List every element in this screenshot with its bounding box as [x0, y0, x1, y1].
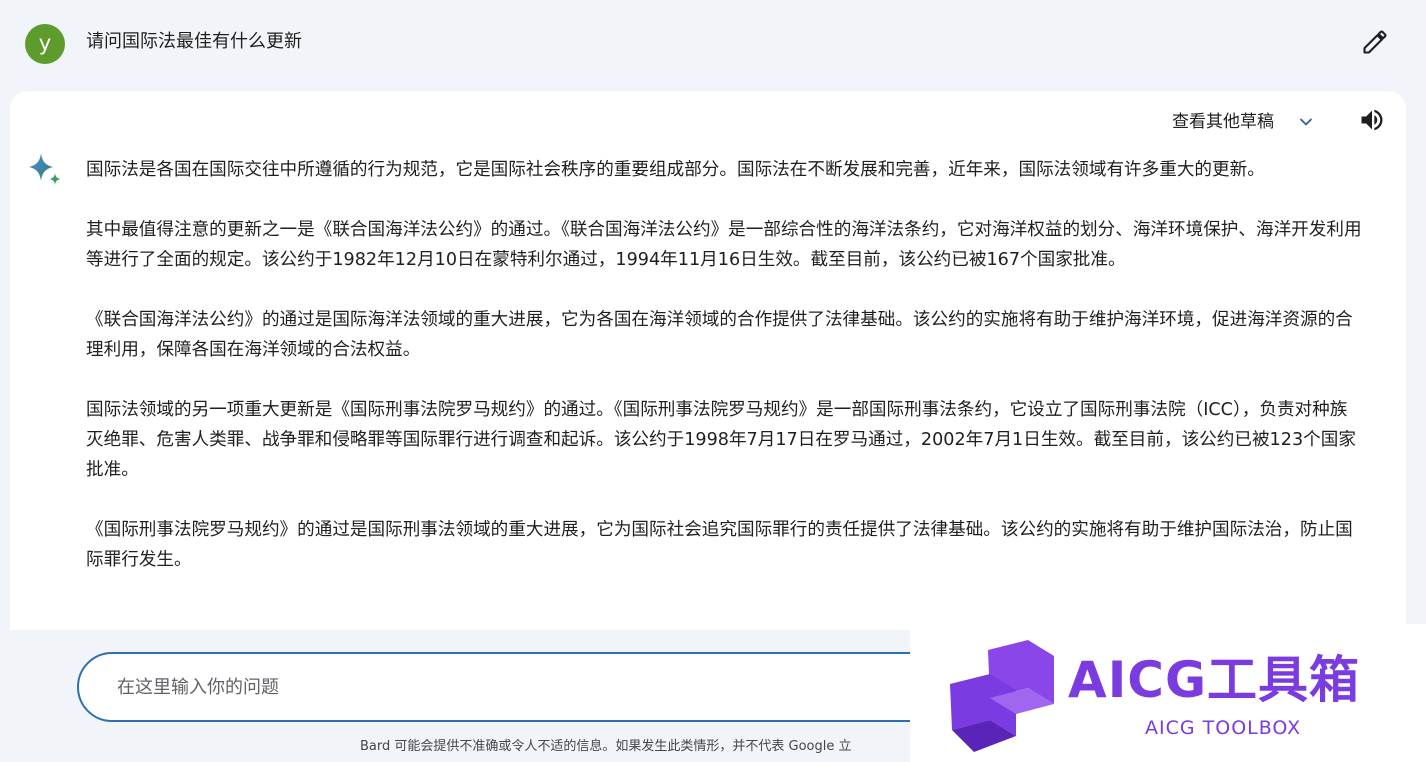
response-paragraph: 《国际刑事法院罗马规约》的通过是国际刑事法领域的重大进展，它为国际社会追究国际罪… [86, 520, 1353, 570]
view-drafts-button[interactable]: 查看其他草稿 [1172, 110, 1316, 134]
view-drafts-label: 查看其他草稿 [1172, 112, 1274, 132]
response-paragraph: 其中最值得注意的更新之一是《联合国海洋法公约》的通过。《联合国海洋法公约》是一部… [86, 220, 1362, 270]
disclaimer-text: Bard 可能会提供不准确或令人不适的信息。如果发生此类情形，并不代表 Goog… [360, 739, 852, 754]
response-card: 查看其他草稿 国际法是各国在国际交往中所遵循的行为规范，它是国际社会秩序的重要组… [10, 91, 1406, 651]
user-query-text: 请问国际法最佳有什么更新 [86, 31, 302, 52]
user-query-row: y 请问国际法最佳有什么更新 [0, 0, 1426, 86]
response-paragraph: 《联合国海洋法公约》的通过是国际海洋法领域的重大进展，它为各国在海洋领域的合作提… [86, 310, 1353, 360]
response-body: 国际法是各国在国际交往中所遵循的行为规范，它是国际社会秩序的重要组成部分。国际法… [86, 155, 1364, 605]
watermark-subtitle: AICG TOOLBOX [1145, 717, 1302, 739]
response-paragraph: 国际法领域的另一项重大更新是《国际刑事法院罗马规约》的通过。《国际刑事法院罗马规… [86, 400, 1356, 480]
watermark-title: AICG工具箱 [1068, 651, 1361, 709]
pencil-icon[interactable] [1361, 28, 1389, 56]
chevron-down-icon [1300, 118, 1312, 126]
response-paragraph: 国际法是各国在国际交往中所遵循的行为规范，它是国际社会秩序的重要组成部分。国际法… [86, 160, 1265, 180]
watermark-overlay: AICG工具箱 AICG TOOLBOX [910, 624, 1426, 762]
bard-chat-page: y 请问国际法最佳有什么更新 查看其他草稿 国际法是各国在国际交往中所遵循的行为… [0, 0, 1426, 762]
speaker-icon[interactable] [1358, 106, 1386, 134]
user-avatar[interactable]: y [25, 24, 65, 64]
aicg-logo-icon [950, 640, 1054, 752]
sparkle-icon [29, 153, 61, 185]
